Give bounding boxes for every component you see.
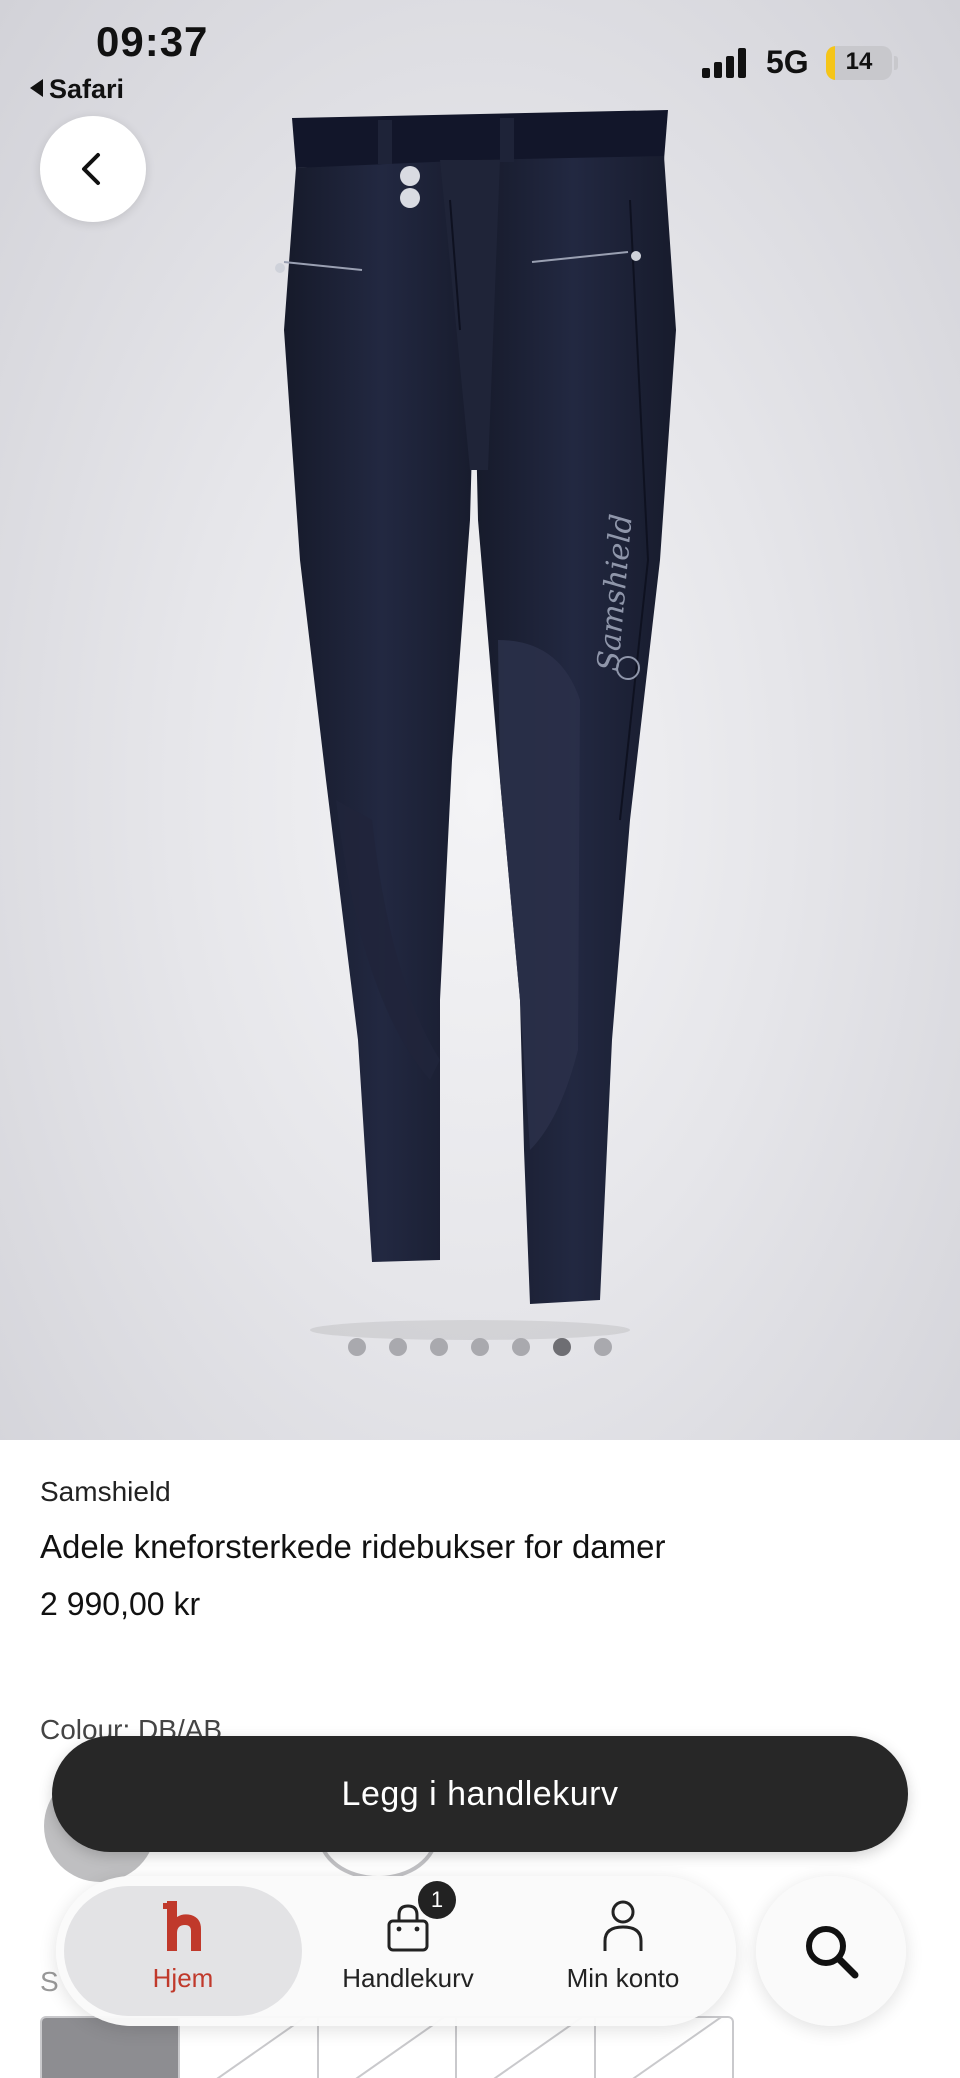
battery-level: 14 [845,48,873,75]
tab-home[interactable]: Hjem [64,1886,302,2016]
size-option[interactable] [319,2018,458,2078]
status-time: 09:37 [96,18,209,65]
back-triangle-icon [30,79,43,97]
product-image: Samshield [275,110,676,1340]
add-to-cart-button[interactable]: Legg i handlekurv [52,1736,908,1852]
size-label: S [40,1966,59,1997]
tab-account[interactable]: Min konto [518,1886,728,2016]
tab-label: Hjem [152,1963,214,1993]
battery-tip [894,56,898,70]
carousel-dots [348,1338,612,1356]
carousel-dot[interactable] [348,1338,366,1356]
user-icon [603,1900,643,1951]
product-image-gallery[interactable]: Samshield 09:37 Safari 5G 14 [0,0,960,1440]
tab-label: Handlekurv [342,1963,474,1993]
back-button[interactable] [40,116,146,222]
battery-icon: 14 [826,46,892,80]
product-price: 2 990,00 kr [40,1586,201,1622]
back-app-label: Safari [49,74,125,104]
carousel-dot[interactable] [430,1338,448,1356]
carousel-dot[interactable] [553,1338,571,1356]
network-type: 5G [766,44,809,80]
size-option[interactable] [42,2018,181,2078]
bottom-tab-bar: Hjem 1 Handlekurv Min konto [56,1876,736,2026]
cellular-signal-icon [702,48,750,78]
carousel-dot[interactable] [512,1338,530,1356]
size-option[interactable] [457,2018,596,2078]
tab-cart[interactable]: 1 Handlekurv [308,1881,508,2016]
carousel-dot[interactable] [471,1338,489,1356]
chevron-left-icon [82,153,100,185]
carousel-dot[interactable] [389,1338,407,1356]
size-option[interactable] [180,2018,319,2078]
search-button[interactable] [756,1876,906,2026]
carousel-dot[interactable] [594,1338,612,1356]
cart-count-badge: 1 [418,1881,456,1919]
back-to-safari-link[interactable]: Safari [30,74,124,105]
search-icon [806,1926,859,1979]
size-option[interactable] [596,2018,732,2078]
tab-label: Min konto [566,1963,680,1993]
home-logo-icon [163,1901,201,1951]
product-brand[interactable]: Samshield [40,1476,171,1508]
product-title: Adele kneforsterkede ridebukser for dame… [40,1528,666,1565]
